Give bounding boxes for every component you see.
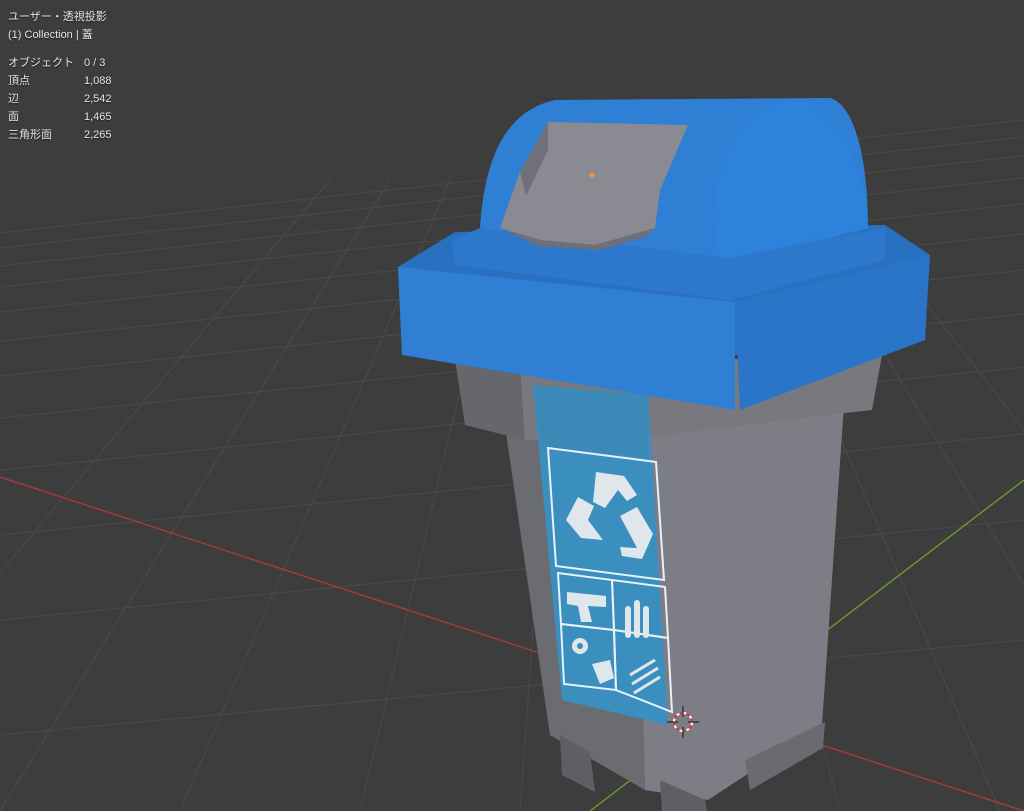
stats-value: 2,542 [84, 93, 112, 105]
origin-dot-icon [589, 172, 595, 178]
stats-value: 1,465 [84, 111, 112, 123]
stats-row-edges: 辺 2,542 [8, 90, 112, 108]
stats-label: 頂点 [8, 75, 30, 87]
stats-value: 2,265 [84, 129, 112, 141]
stats-value: 0 / 3 [84, 57, 106, 69]
stats-label: オブジェクト [8, 57, 74, 69]
stats-label: 辺 [8, 93, 19, 105]
stats-row-faces: 面 1,465 [8, 108, 112, 126]
viewport-text-overlay: ユーザー・透視投影 (1) Collection | 蓋 オブジェクト 0 / … [8, 8, 112, 144]
stats-row-objects: オブジェクト 0 / 3 [8, 54, 112, 72]
stats-row-vertices: 頂点 1,088 [8, 72, 112, 90]
stats-label: 面 [8, 111, 19, 123]
gear-icon [572, 638, 588, 654]
stats-row-triangles: 三角形面 2,265 [8, 126, 112, 144]
stats-value: 1,088 [84, 75, 112, 87]
view-label: ユーザー・透視投影 [8, 11, 107, 23]
collection-label: (1) Collection | 蓋 [8, 29, 93, 41]
3d-viewport[interactable] [0, 0, 1024, 811]
stats-label: 三角形面 [8, 129, 52, 141]
